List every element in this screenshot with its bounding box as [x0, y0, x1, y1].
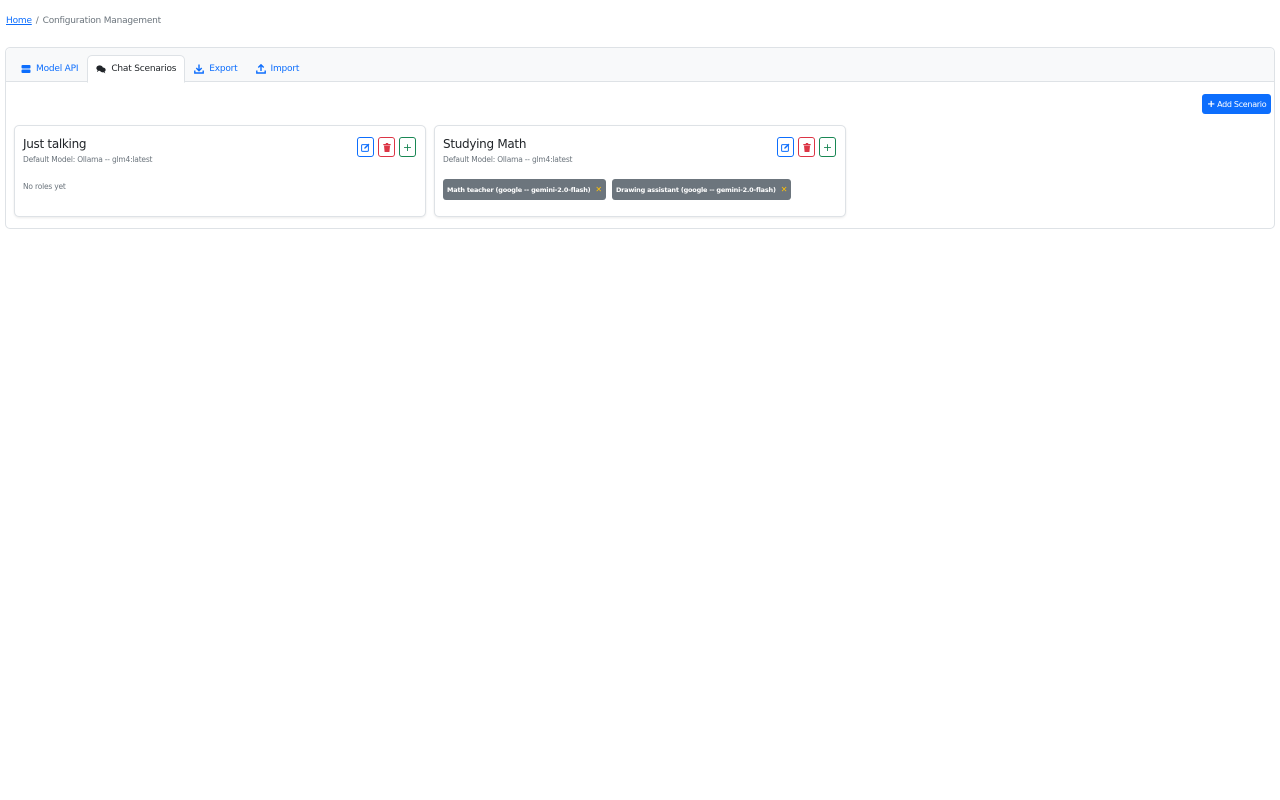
edit-icon	[361, 143, 370, 152]
role-badge: Drawing assistant (google -- gemini-2.0-…	[611, 179, 792, 200]
download-icon	[194, 64, 205, 74]
role-badge-label: Math teacher (google -- gemini-2.0-flash…	[447, 185, 591, 194]
scenario-title: Studying Math	[443, 137, 527, 151]
delete-scenario-button[interactable]	[378, 137, 395, 157]
breadcrumb-home-link[interactable]: Home	[6, 16, 32, 26]
add-scenario-label: Add Scenario	[1217, 99, 1267, 109]
add-role-button[interactable]: +	[819, 137, 836, 157]
role-badge-label: Drawing assistant (google -- gemini-2.0-…	[615, 185, 776, 194]
tab-export-label: Export	[209, 63, 238, 74]
tab-export[interactable]: Export	[185, 55, 246, 82]
tab-import[interactable]: Import	[247, 55, 309, 82]
scenario-actions: +	[777, 137, 836, 157]
delete-scenario-button[interactable]	[798, 137, 815, 157]
scenario-card-just-talking: Just talking Default Model: Ollama -- gl…	[14, 125, 426, 217]
role-badge: Math teacher (google -- gemini-2.0-flash…	[443, 179, 606, 200]
role-list: Math teacher (google -- gemini-2.0-flash…	[443, 179, 792, 200]
scenario-title: Just talking	[23, 137, 87, 151]
server-icon	[21, 64, 31, 74]
scenario-actions: +	[357, 137, 416, 157]
scenario-card-studying-math: Studying Math Default Model: Ollama -- g…	[434, 125, 846, 217]
plus-icon: +	[402, 140, 413, 154]
plus-icon: +	[1207, 98, 1216, 110]
remove-role-button[interactable]: ✕	[595, 185, 602, 194]
breadcrumb-separator: /	[35, 16, 39, 26]
edit-scenario-button[interactable]	[357, 137, 374, 157]
add-role-button[interactable]: +	[399, 137, 416, 157]
tab-model-api-label: Model API	[36, 63, 79, 74]
tab-chat-scenarios-label: Chat Scenarios	[111, 64, 177, 74]
tab-bar: Model API Chat Scenarios Export Import	[12, 55, 309, 83]
card-header: Model API Chat Scenarios Export Import	[6, 48, 1274, 83]
tab-import-label: Import	[270, 63, 300, 74]
trash-icon	[802, 142, 811, 152]
breadcrumb-current: Configuration Management	[42, 16, 162, 26]
trash-icon	[382, 142, 391, 152]
tab-chat-scenarios[interactable]: Chat Scenarios	[87, 55, 186, 83]
edit-icon	[781, 143, 790, 152]
chat-dots-icon	[96, 64, 106, 74]
config-card: Model API Chat Scenarios Export Import +…	[5, 47, 1275, 229]
upload-icon	[255, 63, 266, 74]
edit-scenario-button[interactable]	[777, 137, 794, 157]
no-roles-text: No roles yet	[23, 182, 66, 191]
remove-role-button[interactable]: ✕	[781, 185, 788, 194]
scenario-default-model: Default Model: Ollama -- glm4:latest	[23, 155, 153, 164]
plus-icon: +	[822, 140, 833, 154]
scenario-default-model: Default Model: Ollama -- glm4:latest	[443, 155, 573, 164]
tab-model-api[interactable]: Model API	[12, 55, 87, 82]
breadcrumb: Home / Configuration Management	[6, 16, 161, 26]
add-scenario-button[interactable]: + Add Scenario	[1202, 94, 1272, 114]
